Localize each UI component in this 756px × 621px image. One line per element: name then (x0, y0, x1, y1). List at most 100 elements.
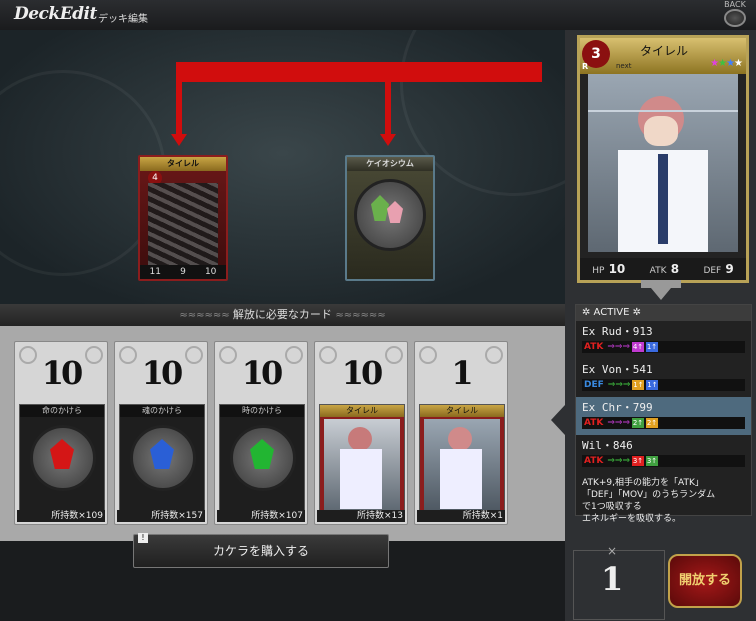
description-line: エネルギーを吸収する。 (582, 514, 682, 524)
target-def: 10 (204, 267, 217, 277)
required-slot[interactable]: 10 タイレル 所持数×13 (314, 341, 408, 525)
active-skills-box: ✲ ACTIVE ✲ Ex Rud・913 ATK ⇒⇒⇒ 4↑ 1↑ Ex V… (575, 304, 752, 524)
shard-card: 時のかけら (219, 404, 305, 514)
def-label: DEF (703, 266, 722, 276)
target-stats: 11 9 10 (140, 265, 226, 279)
boost-box: 2↑ (632, 418, 645, 428)
target-card-name: タイレル (140, 157, 226, 171)
top-bar: DeckEdit デッキ編集 BACK (0, 0, 756, 31)
required-cards-tray: 10 命のかけら 所持数×109 10 魂のかけら 所持数×157 10 時のか… (0, 326, 565, 541)
release-button[interactable]: 開放する (668, 554, 742, 608)
arrow-down-icon (380, 134, 396, 146)
corner-decor (285, 346, 303, 364)
skill-row[interactable]: Ex Von・541 DEF ⇒⇒⇒ 1↑ 1↑ (576, 359, 751, 397)
corner-decor (185, 346, 203, 364)
chains-icon (148, 183, 218, 265)
shard-name: 魂のかけら (120, 405, 204, 417)
target-atk: 9 (180, 267, 186, 277)
character-name: タイレル (420, 405, 504, 417)
skill-effect-bar: ATK ⇒⇒⇒ 4↑ 1↑ (582, 341, 745, 353)
evolution-stage: タイレル 4 11 9 10 ケイオシウム (0, 30, 565, 304)
skill-name: Ex Von・541 (582, 363, 653, 376)
skill-effect-bar: ATK ⇒⇒⇒ 3↑ 3↑ (582, 455, 745, 467)
skill-stat: ATK (584, 418, 604, 428)
ornament-icon: ≈≈≈≈≈≈ (179, 310, 233, 321)
back-label: BACK (724, 0, 746, 9)
info-icon: ! (138, 533, 148, 543)
shard-card: 魂のかけら (119, 404, 205, 514)
target-card[interactable]: タイレル 4 11 9 10 (138, 155, 228, 281)
owned-count: 所持数×1 (417, 510, 505, 522)
skill-description: ATK+9,相手の能力を「ATK」 「DEF」「MOV」のうちランダム で1つ吸… (576, 473, 751, 529)
character-coat (340, 449, 382, 509)
detail-card-header: 3 R タイレル next ★★★★ (580, 38, 746, 74)
required-slot[interactable]: 10 魂のかけら 所持数×157 (114, 341, 208, 525)
character-coat (440, 449, 482, 509)
page-subtitle: デッキ編集 (98, 14, 148, 25)
connector-right (385, 82, 391, 136)
skill-row-selected[interactable]: Ex Chr・799 ATK ⇒⇒⇒ 2↑ 2↑ (576, 397, 751, 435)
required-slot[interactable]: 10 時のかけら 所持数×107 (214, 341, 308, 525)
character-portrait (324, 419, 400, 511)
atk-value: 8 (670, 262, 680, 276)
skill-row[interactable]: Ex Rud・913 ATK ⇒⇒⇒ 4↑ 1↑ (576, 321, 751, 359)
corner-decor (419, 346, 437, 364)
def-value: 9 (725, 262, 734, 276)
owned-count: 所持数×13 (317, 510, 405, 522)
corner-decor (485, 346, 503, 364)
back-button[interactable]: BACK (718, 0, 752, 27)
material-card[interactable]: ケイオシウム (345, 155, 435, 281)
boost-box: 3↑ (646, 456, 659, 466)
arrows-icon: ⇒⇒⇒ (607, 418, 631, 428)
target-hp: 11 (149, 267, 161, 277)
required-slot[interactable]: 10 命のかけら 所持数×109 (14, 341, 108, 525)
detail-card-stats: HP 10 ATK 8 DEF 9 (580, 258, 746, 280)
owned-count: 所持数×109 (17, 510, 105, 522)
hp-label: HP (592, 266, 605, 276)
corner-decor (85, 346, 103, 364)
star-rating: ★★★★ (710, 58, 743, 69)
connector-left (176, 62, 182, 136)
skill-stat: ATK (584, 456, 604, 466)
character-head (448, 427, 472, 451)
ornament-icon: ≈≈≈≈≈≈ (335, 310, 386, 321)
character-head (348, 427, 372, 451)
skill-effect-bar: DEF ⇒⇒⇒ 1↑ 1↑ (582, 379, 745, 391)
detail-card-name: タイレル (640, 44, 689, 58)
description-line: ATK+9,相手の能力を「ATK」 (582, 478, 704, 488)
buy-shards-button[interactable]: ! カケラを購入する (133, 533, 389, 568)
boost-box: 1↑ (632, 380, 645, 390)
skill-stat: ATK (584, 342, 604, 352)
character-tie (658, 154, 668, 244)
owned-count: 所持数×157 (117, 510, 205, 522)
atk-label: ATK (649, 266, 667, 276)
boost-box: 4↑ (632, 342, 645, 352)
required-cards-header: ≈≈≈≈≈≈ 解放に必要なカード ≈≈≈≈≈≈ (0, 304, 565, 326)
description-line: で1つ吸収する (582, 502, 642, 512)
boost-box: 3↑ (632, 456, 645, 466)
arrows-icon: ⇒⇒⇒ (607, 380, 631, 390)
arrow-down-icon (171, 134, 187, 146)
skill-row[interactable]: Wil・846 ATK ⇒⇒⇒ 3↑ 3↑ (576, 435, 751, 473)
character-card: タイレル (419, 404, 505, 514)
corner-decor (19, 346, 37, 364)
character-card: タイレル (319, 404, 405, 514)
active-title: ✲ ACTIVE ✲ (576, 305, 751, 321)
shard-card: 命のかけら (19, 404, 105, 514)
hp-value: 10 (608, 262, 626, 276)
lab-line (588, 110, 738, 112)
skill-stat: DEF (584, 380, 604, 390)
shard-name: 時のかけら (220, 405, 304, 417)
material-card-name: ケイオシウム (347, 157, 433, 171)
shard-name: 命のかけら (20, 405, 104, 417)
character-portrait (588, 74, 738, 252)
boost-box: 2↑ (646, 418, 659, 428)
down-arrow-icon (641, 280, 681, 300)
owned-count: 所持数×107 (217, 510, 305, 522)
boost-box: 1↑ (646, 380, 659, 390)
required-slot[interactable]: 1 タイレル 所持数×1 (414, 341, 508, 525)
corner-decor (219, 346, 237, 364)
arrows-icon: ⇒⇒⇒ (607, 456, 631, 466)
arrows-icon: ⇒⇒⇒ (607, 342, 631, 352)
corner-decor (319, 346, 337, 364)
